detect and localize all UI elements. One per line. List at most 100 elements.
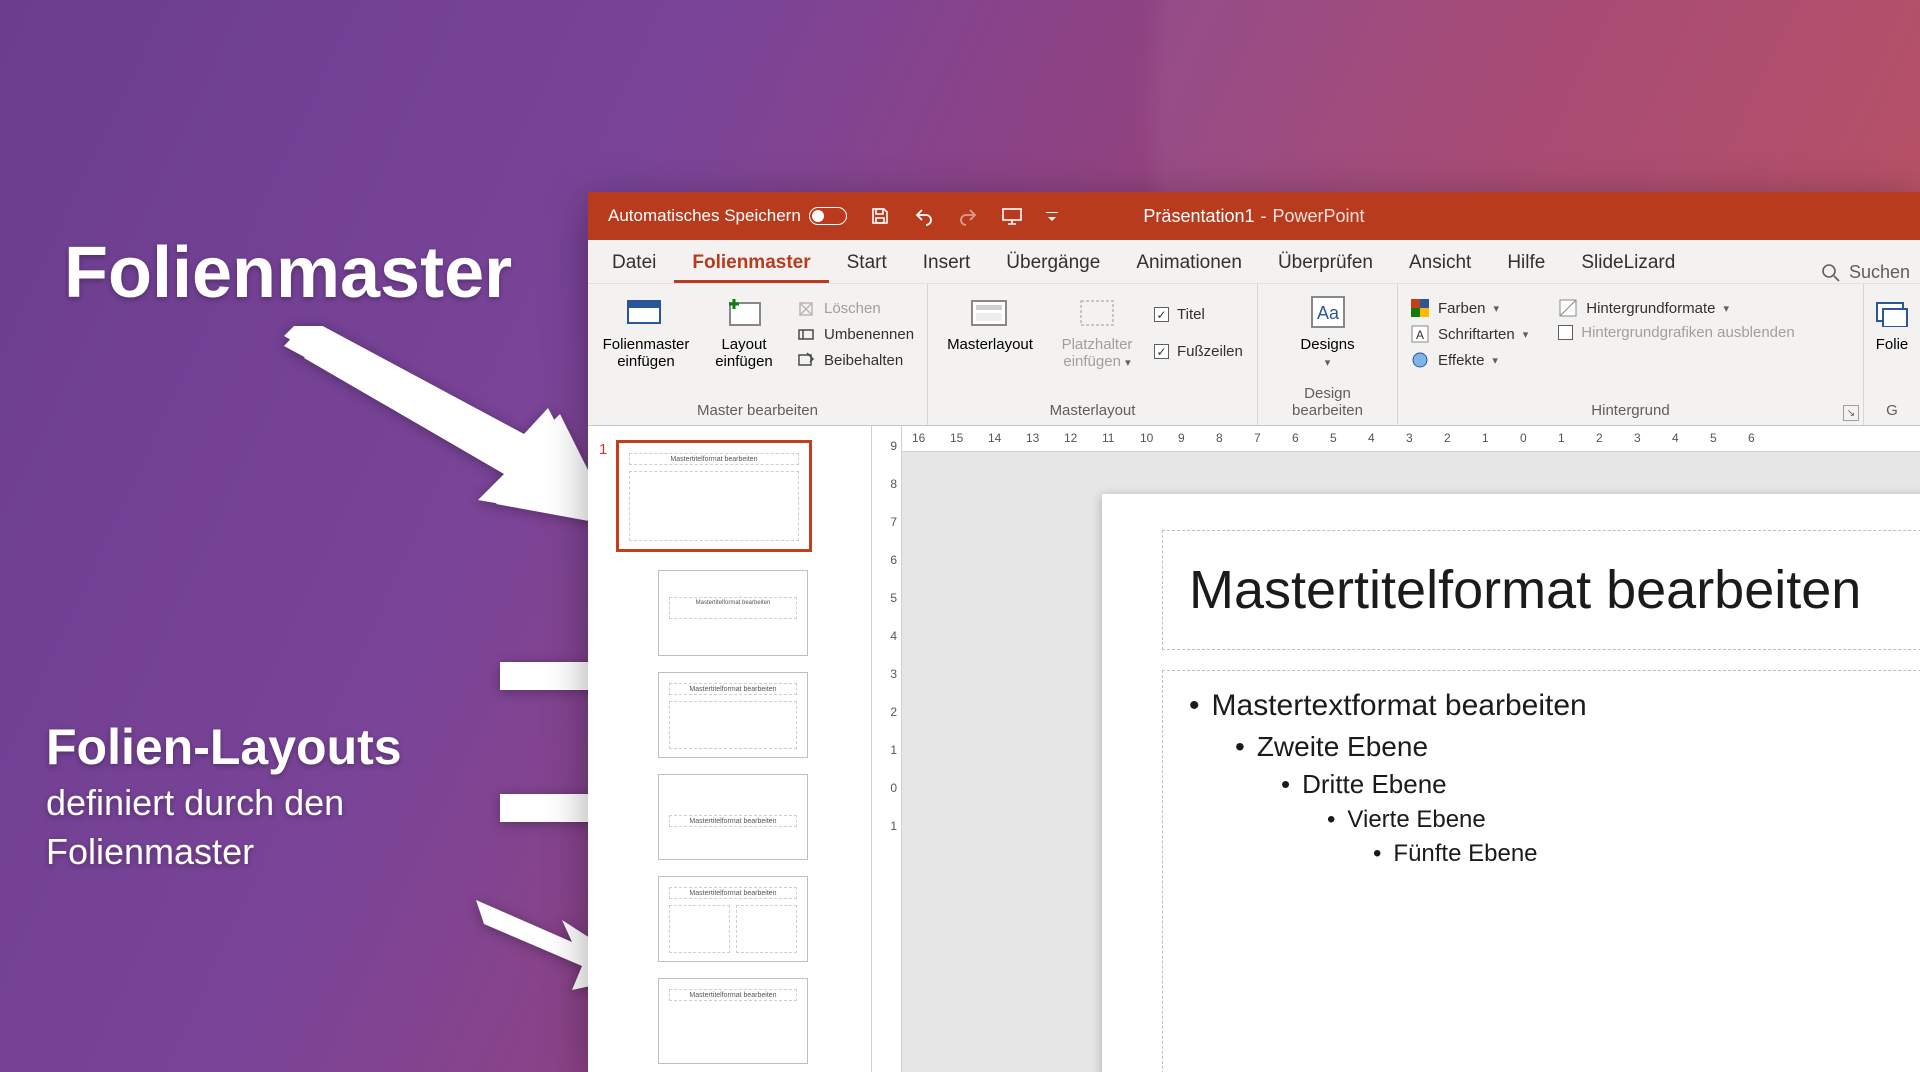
layout-thumbnail[interactable]: Mastertitelformat bearbeiten [658, 774, 808, 860]
thumb-title: Mastertitelformat bearbeiten [629, 453, 799, 465]
delete-button[interactable]: Löschen [796, 298, 914, 318]
ruler-tick-label: 10 [1140, 431, 1153, 445]
master-number: 1 [599, 441, 607, 458]
ruler-tick-label: 2 [1444, 431, 1451, 445]
title-placeholder[interactable]: Mastertitelformat bearbeiten [1162, 530, 1920, 650]
horizontal-ruler: 161514131211109876543210123456 [902, 426, 1920, 452]
ruler-tick-label: 2 [1596, 431, 1603, 445]
ruler-tick-label: 5 [1330, 431, 1337, 445]
search-icon [1821, 263, 1841, 283]
tab-start[interactable]: Start [829, 242, 905, 283]
rename-button[interactable]: Umbenennen [796, 324, 914, 344]
hide-bg-graphics-checkbox[interactable]: Hintergrundgrafiken ausblenden [1558, 324, 1794, 341]
insert-slide-master-icon [626, 296, 666, 330]
thumbnail-pane[interactable]: 1 Mastertitelformat bearbeiten Mastertit… [588, 426, 872, 1072]
tab-insert[interactable]: Insert [905, 242, 989, 283]
body-level-1: Mastertextformat bearbeiten [1189, 689, 1920, 723]
thumb-title: Mastertitelformat bearbeiten [669, 887, 797, 899]
save-icon[interactable] [869, 205, 891, 227]
insert-layout-button[interactable]: Layouteinfügen [704, 290, 784, 371]
layout-thumbnail[interactable]: Mastertitelformat bearbeiten [658, 570, 808, 656]
footers-checkbox[interactable]: Fußzeilen [1154, 343, 1243, 360]
insert-placeholder-label-1: Platzhalter [1062, 336, 1133, 353]
ruler-tick-label: 6 [1292, 431, 1299, 445]
ruler-tick-label: 2 [890, 705, 897, 719]
body-level-5: Fünfte Ebene [1373, 840, 1920, 868]
preserve-button[interactable]: Beibehalten [796, 350, 914, 370]
ruler-tick-label: 6 [1748, 431, 1755, 445]
layout-thumbnail[interactable]: Mastertitelformat bearbeiten [658, 672, 808, 758]
layout-thumbnail[interactable]: Mastertitelformat bearbeiten [658, 876, 808, 962]
ruler-tick-label: 1 [890, 819, 897, 833]
ruler-tick-label: 4 [1368, 431, 1375, 445]
ruler-tick-label: 3 [890, 667, 897, 681]
dialog-launcher-icon[interactable]: ↘ [1843, 405, 1859, 421]
ruler-tick-label: 11 [1102, 431, 1114, 445]
ruler-tick-label: 1 [1482, 431, 1489, 445]
effects-icon [1410, 350, 1430, 370]
effects-label: Effekte [1438, 352, 1484, 369]
checkbox-unchecked-icon [1558, 325, 1573, 340]
master-layout-icon [970, 296, 1010, 330]
group-masterlayout-label: Masterlayout [940, 399, 1245, 421]
undo-icon[interactable] [913, 205, 935, 227]
redo-icon[interactable] [957, 205, 979, 227]
background-styles-icon [1558, 298, 1578, 318]
autosave-label: Automatisches Speichern [608, 206, 801, 226]
thumb-title: Mastertitelformat bearbeiten [669, 989, 797, 1001]
ruler-tick-label: 4 [1672, 431, 1679, 445]
tab-datei[interactable]: Datei [594, 242, 674, 283]
colors-button[interactable]: Farben ▾ [1410, 298, 1528, 318]
slide-canvas-area[interactable]: Mastertitelformat bearbeiten Mastertextf… [902, 452, 1920, 1072]
tab-slidelizard[interactable]: SlideLizard [1563, 242, 1693, 283]
delete-icon [796, 298, 816, 318]
master-layout-button[interactable]: Masterlayout [940, 290, 1040, 353]
slide-size-button[interactable]: Folie [1872, 290, 1912, 353]
ruler-tick-label: 0 [1520, 431, 1527, 445]
qat-customize-icon[interactable] [1045, 205, 1059, 227]
svg-text:Aa: Aa [1316, 303, 1339, 323]
insert-slide-master-label-2: einfügen [617, 353, 675, 370]
tab-animationen[interactable]: Animationen [1118, 242, 1260, 283]
ruler-tick-label: 1 [1558, 431, 1565, 445]
background-styles-button[interactable]: Hintergrundformate ▾ [1558, 298, 1794, 318]
ruler-tick-label: 9 [1178, 431, 1185, 445]
tab-ueberpruefen[interactable]: Überprüfen [1260, 242, 1391, 283]
ribbon: Folienmastereinfügen Layouteinfügen Lösc… [588, 284, 1920, 426]
preserve-icon [796, 350, 816, 370]
insert-slide-master-button[interactable]: Folienmastereinfügen [600, 290, 692, 371]
autosave-toggle[interactable] [809, 207, 847, 225]
fonts-label: Schriftarten [1438, 326, 1515, 343]
slide-size-label: Folie [1876, 336, 1909, 353]
tab-ansicht[interactable]: Ansicht [1391, 242, 1489, 283]
layout-thumbnail[interactable]: Mastertitelformat bearbeiten [658, 978, 808, 1064]
annotation-master-label: Folienmaster [64, 232, 512, 314]
ruler-tick-label: 14 [988, 431, 1001, 445]
checkbox-checked-icon [1154, 307, 1169, 322]
title-bar: Automatisches Speichern Präsentation1 - … [588, 192, 1920, 240]
workspace: 1 Mastertitelformat bearbeiten Mastertit… [588, 426, 1920, 1072]
body-level-2: Zweite Ebene [1235, 731, 1920, 763]
insert-placeholder-button[interactable]: Platzhaltereinfügen ▾ [1052, 290, 1142, 371]
ruler-tick-label: 8 [1216, 431, 1223, 445]
rename-icon [796, 324, 816, 344]
insert-slide-master-label-1: Folienmaster [603, 336, 690, 353]
tab-uebergaenge[interactable]: Übergänge [988, 242, 1118, 283]
checkbox-checked-icon [1154, 344, 1169, 359]
master-slide[interactable]: Mastertitelformat bearbeiten Mastertextf… [1102, 494, 1920, 1072]
colors-label: Farben [1438, 300, 1486, 317]
themes-button[interactable]: Aa Designs▾ [1288, 290, 1368, 371]
effects-button[interactable]: Effekte ▾ [1410, 350, 1528, 370]
tell-me-search[interactable]: Suchen [1821, 262, 1914, 283]
body-placeholder[interactable]: Mastertextformat bearbeiten Zweite Ebene… [1162, 670, 1920, 1072]
tab-hilfe[interactable]: Hilfe [1489, 242, 1563, 283]
thumb-title: Mastertitelformat bearbeiten [669, 597, 797, 619]
title-checkbox[interactable]: Titel [1154, 306, 1243, 323]
fonts-button[interactable]: ASchriftarten ▾ [1410, 324, 1528, 344]
present-from-start-icon[interactable] [1001, 205, 1023, 227]
master-thumbnail[interactable]: 1 Mastertitelformat bearbeiten [616, 440, 812, 552]
themes-label: Designs [1300, 336, 1354, 353]
annotation-layouts-title: Folien-Layouts [46, 718, 402, 776]
tab-folienmaster[interactable]: Folienmaster [674, 242, 828, 283]
ruler-tick-label: 13 [1026, 431, 1039, 445]
